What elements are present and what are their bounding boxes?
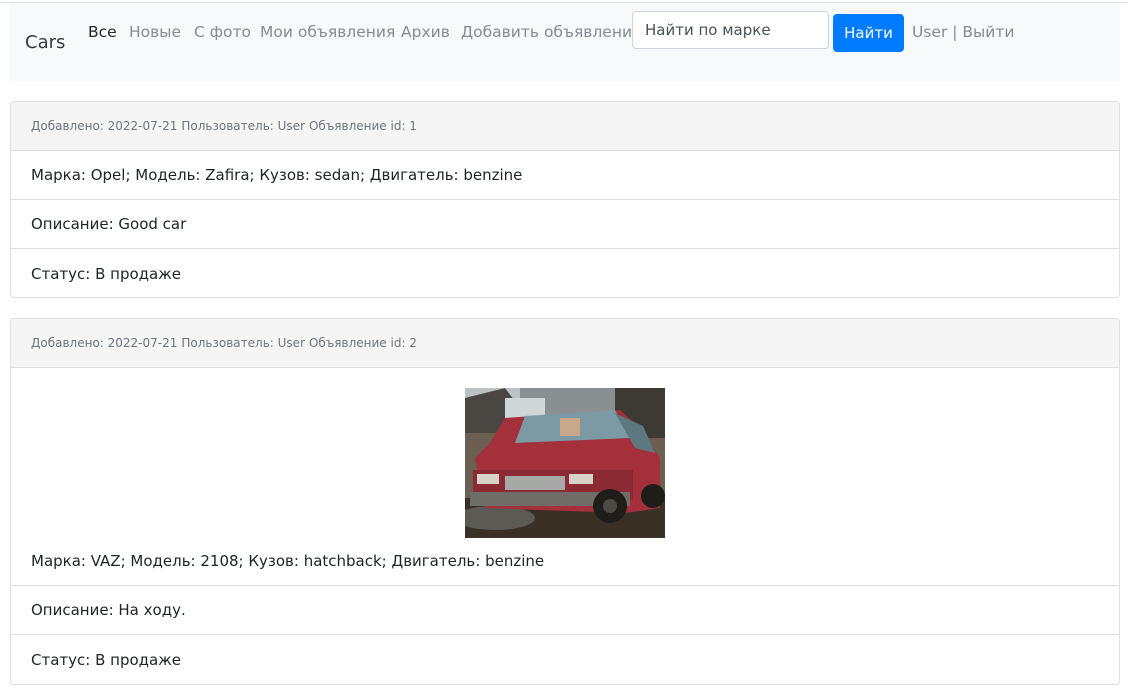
nav-archive[interactable]: Архив [401, 23, 450, 41]
ad-card-header: Добавлено: 2022-07-21 Пользователь: User… [11, 102, 1119, 151]
user-area: User | Выйти [912, 23, 1014, 41]
ad-id: Объявление id: 1 [308, 119, 417, 133]
nav-new[interactable]: Новые [129, 23, 181, 41]
user-separator: | [947, 23, 963, 41]
nav-all[interactable]: Все [88, 23, 117, 41]
navbar: Cars Все Новые С фото Мои объявления Арх… [10, 3, 1120, 81]
ad-description: Описание: На ходу. [11, 586, 1119, 635]
ad-description: Описание: Good car [11, 200, 1119, 249]
search-button[interactable]: Найти [833, 14, 904, 52]
nav-add-ad[interactable]: Добавить объявление [461, 23, 642, 41]
car-photo [465, 388, 665, 538]
search-input[interactable] [632, 11, 829, 49]
ad-status: Статус: В продаже [31, 264, 181, 283]
ad-card-header: Добавлено: 2022-07-21 Пользователь: User… [11, 319, 1119, 368]
ad-details: Марка: VAZ; Модель: 2108; Кузов: hatchba… [31, 552, 545, 570]
ad-user: Пользователь: User [181, 336, 305, 350]
ad-card: Добавлено: 2022-07-21 Пользователь: User… [10, 318, 1120, 685]
ad-added-date: Добавлено: 2022-07-21 [31, 119, 178, 133]
ad-card: Добавлено: 2022-07-21 Пользователь: User… [10, 101, 1120, 298]
ad-status: Статус: В продаже [31, 650, 181, 669]
ad-added-date: Добавлено: 2022-07-21 [31, 336, 178, 350]
nav-my-ads[interactable]: Мои объявления [260, 23, 395, 41]
logout-link[interactable]: Выйти [962, 23, 1014, 41]
nav-with-photo[interactable]: С фото [194, 23, 251, 41]
ad-photo-row: Марка: VAZ; Модель: 2108; Кузов: hatchba… [11, 368, 1119, 586]
ad-user: Пользователь: User [181, 119, 305, 133]
ad-details: Марка: Opel; Модель: Zafira; Кузов: seda… [11, 151, 1119, 200]
brand-link[interactable]: Cars [25, 32, 65, 53]
user-link[interactable]: User [912, 23, 947, 41]
ad-id: Объявление id: 2 [308, 336, 417, 350]
